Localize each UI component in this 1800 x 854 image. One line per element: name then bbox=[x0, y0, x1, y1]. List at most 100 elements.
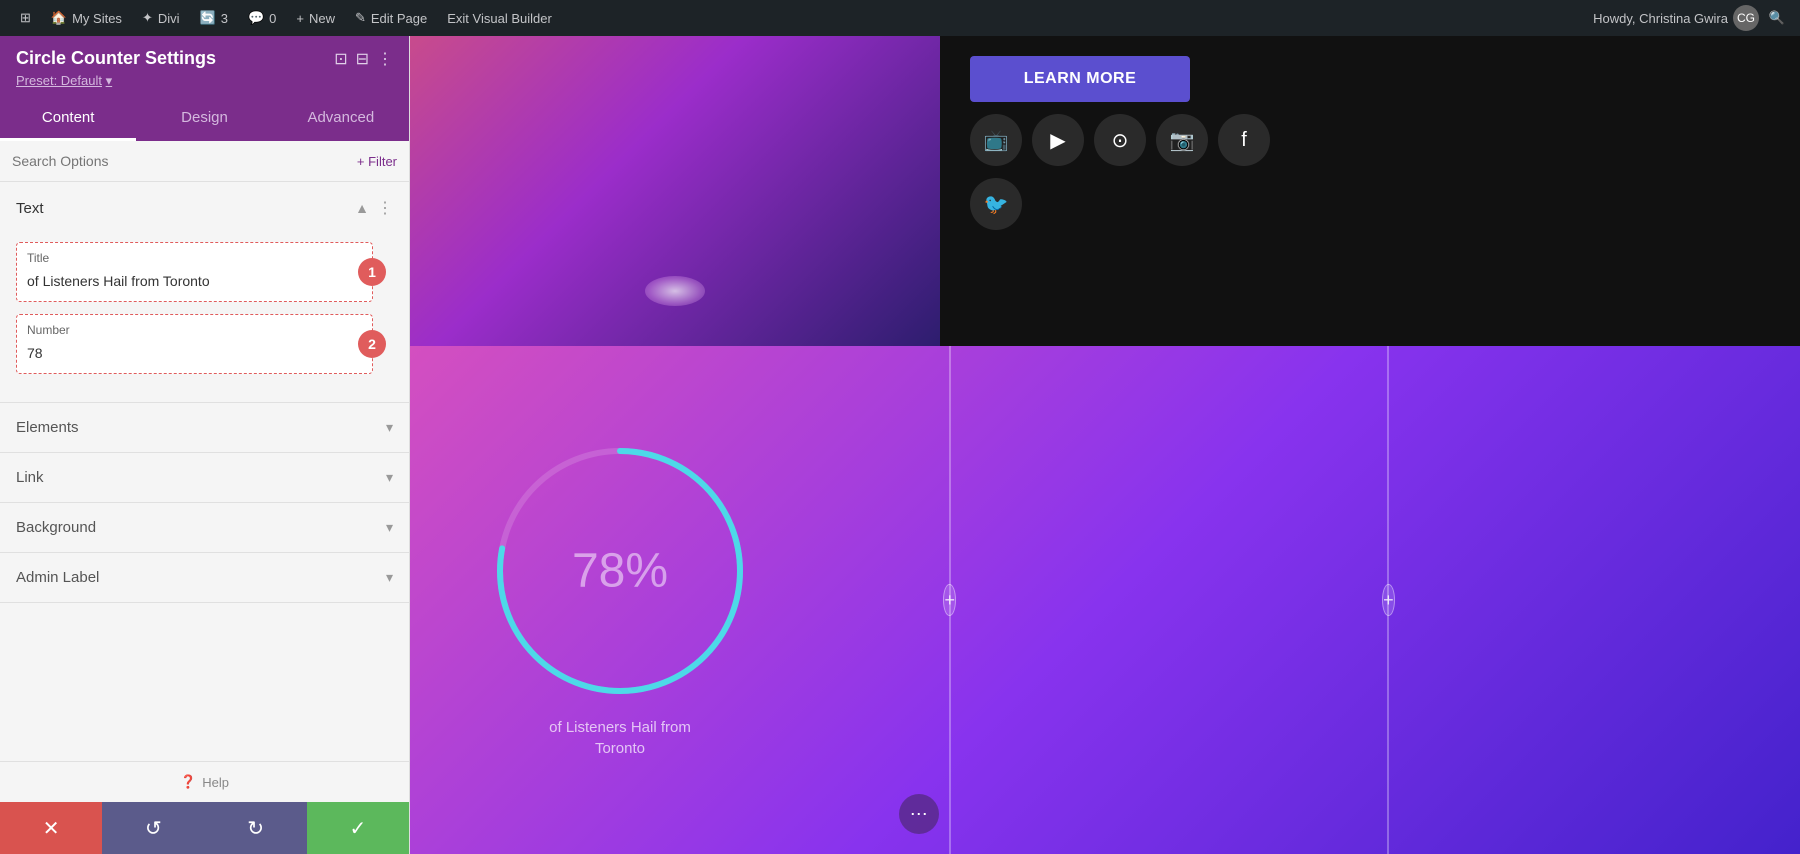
elements-section-title: Elements bbox=[16, 419, 79, 436]
user-greeting: Howdy, Christina Gwira bbox=[1593, 11, 1728, 26]
background-chevron-icon[interactable]: ▾ bbox=[386, 519, 393, 536]
panel-title: Circle Counter Settings bbox=[16, 48, 216, 69]
preview-top: LEARN MORE 📺 ▶ ⊙ 📷 f bbox=[410, 36, 1800, 346]
instagram-icon[interactable]: 📷 bbox=[1156, 114, 1208, 166]
filter-label: + Filter bbox=[357, 154, 397, 169]
user-avatar[interactable]: CG bbox=[1733, 5, 1759, 31]
admin-label-section-title: Admin Label bbox=[16, 569, 99, 586]
background-section-title: Background bbox=[16, 519, 96, 536]
number-field-group: Number 2 bbox=[16, 314, 373, 374]
tab-content[interactable]: Content bbox=[0, 97, 136, 141]
tab-design-label: Design bbox=[181, 109, 228, 126]
search-icon[interactable]: 🔍 bbox=[1764, 5, 1790, 31]
social-icons-row-1: 📺 ▶ ⊙ 📷 f bbox=[970, 114, 1770, 166]
my-sites-item[interactable]: 🏠 My Sites bbox=[41, 0, 132, 36]
divi-add-button-1[interactable]: + bbox=[943, 584, 956, 616]
redo-icon: ↻ bbox=[247, 816, 264, 841]
right-panel: LEARN MORE 📺 ▶ ⊙ 📷 f bbox=[410, 36, 1800, 854]
preview-bottom: 78% of Listeners Hail fromToronto + + ⋯ bbox=[410, 346, 1800, 854]
cancel-button[interactable]: ✕ bbox=[0, 802, 102, 854]
help-label: Help bbox=[202, 775, 229, 790]
divi-divider-1: + bbox=[949, 346, 951, 854]
edit-page-item[interactable]: ✎ Edit Page bbox=[345, 0, 437, 36]
left-panel: Circle Counter Settings ⊡ ⊟ ⋮ Preset: De… bbox=[0, 36, 410, 854]
link-chevron-icon[interactable]: ▾ bbox=[386, 469, 393, 486]
title-field-label: Title bbox=[27, 251, 362, 265]
preset-label: Preset: Default bbox=[16, 73, 102, 88]
comments-icon: 💬 bbox=[248, 10, 264, 26]
more-icon[interactable]: ⋮ bbox=[377, 49, 393, 69]
preview-image-area bbox=[410, 36, 940, 346]
updates-item[interactable]: 🔄 3 bbox=[190, 0, 238, 36]
layout-icon[interactable]: ⊟ bbox=[356, 49, 369, 69]
tab-advanced[interactable]: Advanced bbox=[273, 97, 409, 141]
background-section: Background ▾ bbox=[0, 503, 409, 553]
title-field-group: Title 1 bbox=[16, 242, 373, 302]
link-section-title: Link bbox=[16, 469, 44, 486]
text-section-title: Text bbox=[16, 200, 44, 217]
help-icon: ❓ bbox=[180, 774, 196, 790]
twitter-icon[interactable]: 🐦 bbox=[970, 178, 1022, 230]
tab-content-label: Content bbox=[42, 109, 95, 126]
link-section-header[interactable]: Link ▾ bbox=[0, 453, 409, 502]
text-collapse-icon[interactable]: ▲ bbox=[355, 200, 369, 216]
learn-more-button[interactable]: LEARN MORE bbox=[970, 56, 1190, 102]
panel-tabs: Content Design Advanced bbox=[0, 97, 409, 141]
divi-icon: ✦ bbox=[142, 10, 153, 26]
admin-bar-left: ⊞ 🏠 My Sites ✦ Divi 🔄 3 💬 0 + New ✎ Edit… bbox=[10, 0, 562, 36]
preview-social: LEARN MORE 📺 ▶ ⊙ 📷 f bbox=[940, 36, 1800, 346]
more-options-button[interactable]: ⋯ bbox=[899, 794, 939, 834]
link-section: Link ▾ bbox=[0, 453, 409, 503]
panel-content: Text ▲ ⋮ Title 1 Number bbox=[0, 182, 409, 761]
updates-icon: 🔄 bbox=[200, 10, 216, 26]
wp-logo-item[interactable]: ⊞ bbox=[10, 0, 41, 36]
number-field-input[interactable] bbox=[27, 343, 362, 363]
cancel-icon: ✕ bbox=[43, 816, 60, 841]
panel-header: Circle Counter Settings ⊡ ⊟ ⋮ Preset: De… bbox=[0, 36, 409, 97]
undo-icon: ↺ bbox=[145, 816, 162, 841]
wp-logo-icon: ⊞ bbox=[20, 10, 31, 26]
number-badge: 2 bbox=[358, 330, 386, 358]
divi-divider-2: + bbox=[1387, 346, 1389, 854]
help-button[interactable]: ❓ Help bbox=[0, 761, 409, 802]
new-label: New bbox=[309, 11, 335, 26]
undo-button[interactable]: ↺ bbox=[102, 802, 204, 854]
new-item[interactable]: + New bbox=[286, 0, 345, 36]
social-icons-row-2: 🐦 bbox=[970, 178, 1770, 230]
background-section-header[interactable]: Background ▾ bbox=[0, 503, 409, 552]
youtube-icon[interactable]: ▶ bbox=[1032, 114, 1084, 166]
confirm-button[interactable]: ✓ bbox=[307, 802, 409, 854]
tab-advanced-label: Advanced bbox=[307, 109, 374, 126]
elements-section-header[interactable]: Elements ▾ bbox=[0, 403, 409, 452]
text-section-header[interactable]: Text ▲ ⋮ bbox=[0, 182, 409, 234]
search-input[interactable] bbox=[12, 151, 349, 171]
text-section: Text ▲ ⋮ Title 1 Number bbox=[0, 182, 409, 403]
circle-label: of Listeners Hail fromToronto bbox=[549, 717, 691, 759]
filter-button[interactable]: + Filter bbox=[357, 154, 397, 169]
preset-chevron: ▾ bbox=[106, 73, 113, 88]
divi-item[interactable]: ✦ Divi bbox=[132, 0, 190, 36]
admin-label-chevron-icon[interactable]: ▾ bbox=[386, 569, 393, 586]
elements-chevron-icon[interactable]: ▾ bbox=[386, 419, 393, 436]
comments-item[interactable]: 💬 0 bbox=[238, 0, 286, 36]
confirm-icon: ✓ bbox=[349, 816, 366, 841]
tab-design[interactable]: Design bbox=[136, 97, 272, 141]
exit-builder-item[interactable]: Exit Visual Builder bbox=[437, 0, 562, 36]
title-badge: 1 bbox=[358, 258, 386, 286]
elements-section: Elements ▾ bbox=[0, 403, 409, 453]
text-more-icon[interactable]: ⋮ bbox=[377, 198, 393, 218]
divi-add-button-2[interactable]: + bbox=[1382, 584, 1395, 616]
new-icon: + bbox=[296, 11, 304, 26]
facebook-icon[interactable]: f bbox=[1218, 114, 1270, 166]
sync-icon[interactable]: ⊡ bbox=[334, 49, 347, 69]
title-field-input[interactable] bbox=[27, 271, 362, 291]
admin-label-section: Admin Label ▾ bbox=[0, 553, 409, 603]
panel-title-row: Circle Counter Settings ⊡ ⊟ ⋮ bbox=[16, 48, 393, 69]
patreon-icon[interactable]: ⊙ bbox=[1094, 114, 1146, 166]
twitch-icon[interactable]: 📺 bbox=[970, 114, 1022, 166]
panel-title-icons: ⊡ ⊟ ⋮ bbox=[334, 49, 393, 69]
admin-label-section-header[interactable]: Admin Label ▾ bbox=[0, 553, 409, 602]
redo-button[interactable]: ↻ bbox=[205, 802, 307, 854]
circle-label-text: of Listeners Hail fromToronto bbox=[549, 719, 691, 757]
edit-page-label: Edit Page bbox=[371, 11, 427, 26]
